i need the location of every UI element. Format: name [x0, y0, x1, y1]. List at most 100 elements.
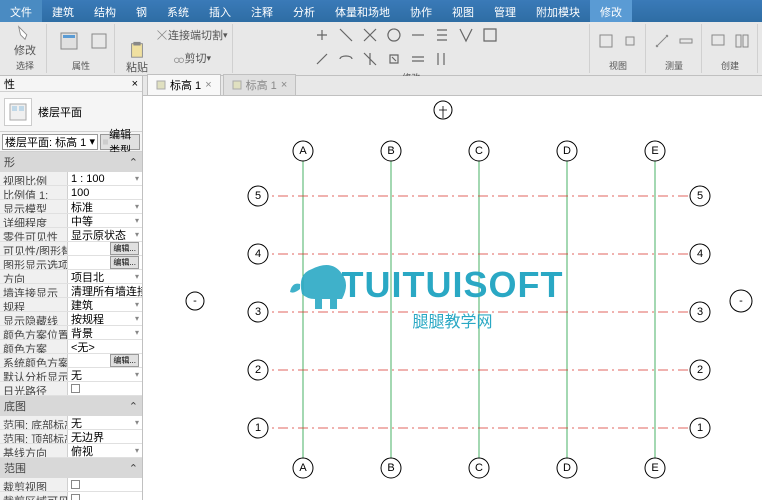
menu-tab-11[interactable]: 管理: [484, 0, 526, 22]
category-header[interactable]: 底图⌃: [0, 396, 142, 416]
prop-value[interactable]: 建筑: [71, 298, 93, 311]
menu-tab-8[interactable]: 体量和场地: [325, 0, 400, 22]
view-tool2[interactable]: [619, 30, 641, 52]
menu-tab-2[interactable]: 结构: [84, 0, 126, 22]
type-label: 楼层平面: [38, 104, 82, 120]
modify-tool-9[interactable]: [335, 48, 357, 70]
group-label: 选择: [16, 58, 34, 73]
modify-tool-11[interactable]: [383, 48, 405, 70]
menu-tab-5[interactable]: 插入: [199, 0, 241, 22]
category-header[interactable]: 形⌃: [0, 152, 142, 172]
prop-value[interactable]: 清理所有墙连接: [71, 284, 142, 297]
edit-type-button[interactable]: 编辑类型: [100, 134, 140, 150]
modify-tool-0[interactable]: [311, 24, 333, 46]
cut[interactable]: 剪切 ▾: [156, 47, 228, 69]
menu-tab-10[interactable]: 视图: [442, 0, 484, 22]
modify-tool[interactable]: 修改: [8, 24, 42, 58]
menu-tab-13[interactable]: 修改: [590, 0, 632, 22]
property-row: 方向项目北▾: [0, 270, 142, 284]
modify-tool-7[interactable]: [479, 24, 501, 46]
svg-text:-: -: [193, 295, 197, 307]
svg-text:E: E: [651, 462, 658, 474]
svg-text:B: B: [387, 145, 394, 157]
modify-tool-1[interactable]: [335, 24, 357, 46]
svg-text:5: 5: [255, 190, 261, 202]
create-tool2[interactable]: [731, 30, 753, 52]
prop-value[interactable]: 无边界: [71, 430, 104, 443]
prop-name: 规程: [0, 298, 68, 311]
doc-tab[interactable]: 标高 1×: [147, 74, 221, 95]
property-row: 详细程度中等▾: [0, 214, 142, 228]
close-icon[interactable]: ×: [132, 78, 138, 90]
prop-value[interactable]: 100: [71, 187, 89, 199]
prop-name: 图形显示选项: [0, 256, 68, 269]
prop-name: 默认分析显示样式: [0, 368, 68, 381]
prop-name: 基线方向: [0, 444, 68, 457]
svg-text:3: 3: [255, 306, 261, 318]
edit-button[interactable]: 编辑...: [110, 242, 139, 255]
checkbox[interactable]: [71, 384, 80, 393]
prop-name: 系统颜色方案: [0, 354, 68, 367]
prop-name: 方向: [0, 270, 68, 283]
modify-tool-8[interactable]: [311, 48, 333, 70]
paste-tool[interactable]: 粘贴: [120, 41, 154, 75]
prop-value[interactable]: 项目北: [71, 270, 104, 283]
category-header[interactable]: 范围⌃: [0, 458, 142, 478]
doc-tab[interactable]: 标高 1×: [223, 74, 297, 95]
prop-name: 裁剪视图: [0, 478, 68, 491]
prop-name: 零件可见性: [0, 228, 68, 241]
svg-text:1: 1: [255, 422, 261, 434]
property-row: 可见性/图形替换 编辑...: [0, 242, 142, 256]
menu-tab-4[interactable]: 系统: [157, 0, 199, 22]
menu-tab-7[interactable]: 分析: [283, 0, 325, 22]
prop-value[interactable]: <无>: [71, 340, 95, 353]
prop-value[interactable]: 标准: [71, 200, 93, 213]
modify-tool-12[interactable]: [407, 48, 429, 70]
props-tool[interactable]: [52, 24, 86, 58]
svg-text:A: A: [299, 462, 307, 474]
property-row: 默认分析显示样式无▾: [0, 368, 142, 382]
prop-value[interactable]: 中等: [71, 214, 93, 227]
svg-text:1: 1: [697, 422, 703, 434]
measure-tool[interactable]: [651, 30, 673, 52]
prop-value[interactable]: 背景: [71, 326, 93, 339]
menu-tab-9[interactable]: 协作: [400, 0, 442, 22]
edit-button[interactable]: 编辑...: [110, 256, 139, 269]
prop-name: 范围: 底部标高: [0, 416, 68, 429]
prop-name: 显示模型: [0, 200, 68, 213]
prop-value[interactable]: 显示原状态: [71, 228, 126, 241]
menu-tab-1[interactable]: 建筑: [42, 0, 84, 22]
prop-name: 日光路径: [0, 382, 68, 395]
prop-value[interactable]: 无: [71, 368, 82, 381]
menu-tab-6[interactable]: 注释: [241, 0, 283, 22]
prop-name: 详细程度: [0, 214, 68, 227]
prop-value[interactable]: 俯视: [71, 444, 93, 457]
create-tool[interactable]: [707, 30, 729, 52]
edit-button[interactable]: 编辑...: [110, 354, 139, 367]
prop-name: 视图比例: [0, 172, 68, 185]
modify-tool-4[interactable]: [407, 24, 429, 46]
modify-tool-2[interactable]: [359, 24, 381, 46]
type-props[interactable]: [88, 30, 110, 52]
svg-text:4: 4: [255, 248, 261, 260]
menu-tab-12[interactable]: 附加模块: [526, 0, 590, 22]
checkbox[interactable]: [71, 494, 80, 500]
measure-tool2[interactable]: [675, 30, 697, 52]
modify-tool-10[interactable]: [359, 48, 381, 70]
modify-tool-6[interactable]: [455, 24, 477, 46]
modify-tool-3[interactable]: [383, 24, 405, 46]
cut-join[interactable]: 连接端切割 ▾: [156, 24, 228, 46]
prop-value[interactable]: 无: [71, 416, 82, 429]
menu-tab-0[interactable]: 文件: [0, 0, 42, 22]
menu-tab-3[interactable]: 钢: [126, 0, 157, 22]
prop-value[interactable]: 1 : 100: [71, 173, 105, 185]
view-tool[interactable]: [595, 30, 617, 52]
prop-name: 可见性/图形替换: [0, 242, 68, 255]
instance-selector[interactable]: 楼层平面: 标高 1▾: [2, 134, 98, 150]
close-tab-icon[interactable]: ×: [281, 79, 287, 91]
modify-tool-5[interactable]: [431, 24, 453, 46]
checkbox[interactable]: [71, 480, 80, 489]
modify-tool-13[interactable]: [431, 48, 453, 70]
close-tab-icon[interactable]: ×: [205, 79, 211, 91]
prop-value[interactable]: 按规程: [71, 312, 104, 325]
